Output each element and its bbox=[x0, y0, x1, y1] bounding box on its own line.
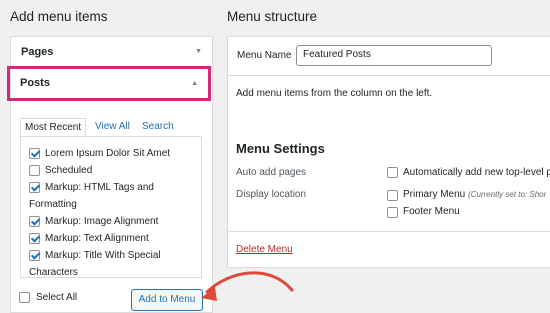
item-label-text-alignment: Markup: Text Alignment bbox=[45, 233, 149, 244]
primary-menu-note: (Currently set to: Shor bbox=[468, 190, 547, 199]
select-all-checkbox[interactable] bbox=[19, 292, 30, 303]
chevron-up-icon: ▲ bbox=[191, 80, 198, 87]
item-label-markup-html-tags-line2: Formatting bbox=[29, 199, 77, 210]
accordion-posts-label: Posts bbox=[20, 77, 50, 89]
header-divider bbox=[228, 75, 550, 76]
auto-add-label: Auto add pages bbox=[236, 167, 307, 178]
primary-menu-checkbox[interactable] bbox=[387, 190, 398, 201]
item-label-scheduled: Scheduled bbox=[45, 165, 93, 176]
item-label-lorem-ipsum: Lorem Ipsum Dolor Sit Amet bbox=[45, 148, 171, 159]
auto-add-option-label: Automatically add new top-level pa bbox=[403, 167, 550, 178]
posts-tabs: Most Recent View All Search bbox=[20, 118, 202, 136]
checkbox-lorem-ipsum[interactable] bbox=[29, 148, 40, 159]
accordion-posts-header[interactable]: Posts ▲ bbox=[7, 66, 211, 101]
add-menu-items-title: Add menu items bbox=[10, 9, 108, 24]
checkbox-image-alignment[interactable] bbox=[29, 216, 40, 227]
menu-settings-title: Menu Settings bbox=[236, 141, 325, 156]
tab-most-recent[interactable]: Most Recent bbox=[20, 118, 87, 136]
auto-add-checkbox[interactable] bbox=[387, 167, 398, 178]
primary-menu-label: Primary Menu (Currently set to: Shor bbox=[403, 189, 546, 200]
item-label-title-special: Markup: Title With Special bbox=[45, 250, 161, 261]
menu-name-label: Menu Name bbox=[237, 50, 292, 61]
item-label-title-special-line2: Characters bbox=[29, 267, 78, 278]
display-location-label: Display location bbox=[236, 189, 307, 200]
delete-menu-link[interactable]: Delete Menu bbox=[236, 244, 293, 255]
menu-structure-title: Menu structure bbox=[227, 9, 318, 24]
footer-menu-checkbox[interactable] bbox=[387, 207, 398, 218]
menu-structure-panel: Menu Name Featured Posts Add menu items … bbox=[227, 36, 550, 268]
checkbox-title-special[interactable] bbox=[29, 250, 40, 261]
tab-search[interactable]: Search bbox=[142, 118, 174, 136]
footer-divider bbox=[228, 231, 550, 232]
primary-menu-text: Primary Menu bbox=[403, 189, 466, 200]
chevron-down-icon: ▼ bbox=[195, 48, 202, 55]
checkbox-scheduled[interactable] bbox=[29, 165, 40, 176]
accordion-pages[interactable]: Pages ▼ bbox=[10, 36, 213, 67]
select-all-label: Select All bbox=[36, 292, 78, 303]
item-label-image-alignment: Markup: Image Alignment bbox=[45, 216, 159, 227]
add-to-menu-button[interactable]: Add to Menu bbox=[131, 289, 203, 311]
annotation-arrow-icon bbox=[201, 271, 294, 301]
tab-view-all[interactable]: View All bbox=[95, 118, 130, 136]
footer-menu-label: Footer Menu bbox=[403, 206, 460, 217]
menu-name-input[interactable]: Featured Posts bbox=[296, 45, 492, 66]
item-label-markup-html-tags: Markup: HTML Tags and bbox=[45, 182, 154, 193]
checkbox-markup-html-tags[interactable] bbox=[29, 182, 40, 193]
instructions-text: Add menu items from the column on the le… bbox=[236, 88, 433, 99]
checkbox-text-alignment[interactable] bbox=[29, 233, 40, 244]
accordion-pages-label: Pages bbox=[21, 46, 54, 58]
